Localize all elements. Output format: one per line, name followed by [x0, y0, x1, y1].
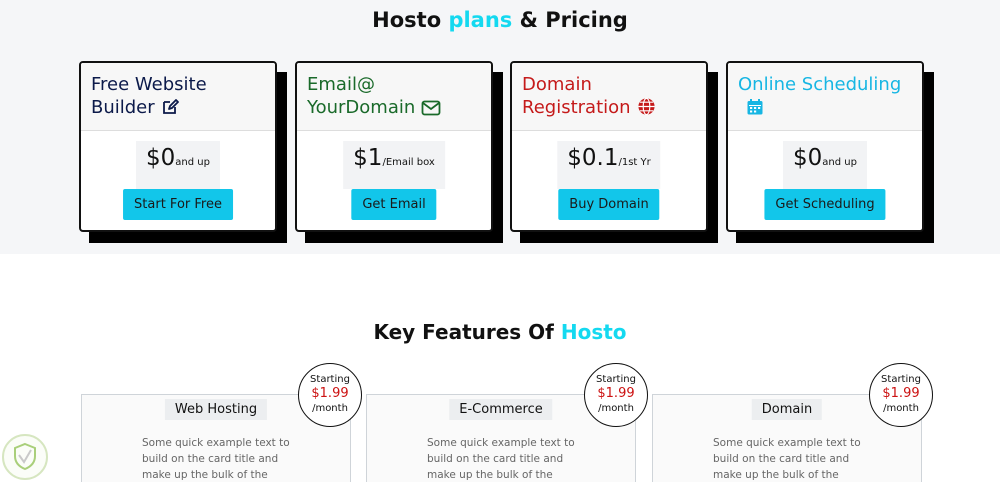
plans-section: Hosto plans & Pricing Free Website Build… [0, 0, 1000, 254]
plan-title-line2: Registration [522, 97, 631, 118]
plan-card-website-builder: Free Website Builder $0and up Start For … [79, 61, 287, 243]
feature-text-line: Some quick example text to [713, 437, 861, 449]
shield-logo-icon [14, 442, 36, 471]
price-unit: and up [175, 157, 210, 168]
plan-title-line1: Domain [522, 74, 592, 95]
plan-price: $0and up [783, 141, 867, 189]
price-value: $0 [793, 145, 823, 171]
starting-label: Starting [596, 374, 636, 385]
globe-icon [637, 97, 655, 116]
price-unit: and up [822, 157, 857, 168]
plans-title-text: Hosto [372, 8, 449, 32]
feature-card-title: Domain [751, 399, 823, 420]
starting-period: /month [883, 403, 919, 414]
feature-text-line: Some quick example text to [142, 437, 290, 449]
plan-card-header: Online Scheduling [728, 63, 922, 131]
plan-price: $1/Email box [343, 141, 445, 189]
price-value: $0 [146, 145, 176, 171]
plan-price: $0.1/1st Yr [557, 141, 661, 189]
plan-card-box: Email@ YourDomain $1/Email box Get Email [295, 61, 493, 232]
features-title: Key Features Of Hosto [0, 320, 1000, 344]
feature-card-title: E-Commerce [449, 399, 553, 420]
plan-card-email: Email@ YourDomain $1/Email box Get Email [295, 61, 503, 243]
calendar-icon [747, 99, 763, 115]
plan-title-line1: Online Scheduling [738, 74, 902, 95]
starting-price-badge: Starting $1.99 /month [298, 363, 362, 427]
features-title-accent: Hosto [560, 320, 627, 344]
starting-price: $1.99 [597, 386, 635, 401]
feature-text-line: make up the bulk of the card's [713, 469, 839, 481]
feature-text-line: build on the card title and [427, 453, 564, 465]
price-unit: /Email box [382, 157, 435, 168]
plan-card-box: Online Scheduling $0and up Get Schedulin… [726, 61, 924, 232]
feature-card-text: Some quick example text to build on the … [427, 435, 587, 482]
starting-price: $1.99 [882, 386, 920, 401]
plan-card-header: Free Website Builder [81, 63, 275, 131]
start-for-free-button[interactable]: Start For Free [123, 189, 233, 220]
feature-card-title: Web Hosting [164, 399, 268, 420]
plan-title-line1: Email@ [307, 74, 375, 95]
plan-card-header: Domain Registration [512, 63, 706, 131]
starting-price: $1.99 [311, 386, 349, 401]
get-scheduling-button[interactable]: Get Scheduling [764, 189, 886, 220]
price-value: $1 [353, 145, 383, 171]
starting-label: Starting [310, 374, 350, 385]
plan-card-header: Email@ YourDomain [297, 63, 491, 131]
plans-title: Hosto plans & Pricing [0, 8, 1000, 32]
feature-card-text: Some quick example text to build on the … [713, 435, 873, 482]
starting-period: /month [312, 403, 348, 414]
plan-card-box: Free Website Builder $0and up Start For … [79, 61, 277, 232]
feature-text-line: Some quick example text to [427, 437, 575, 449]
price-value: $0.1 [567, 145, 619, 171]
plan-price: $0and up [136, 141, 220, 189]
plans-title-accent: plans [448, 8, 513, 32]
plans-title-text-end: & Pricing [512, 8, 628, 32]
features-title-text: Key Features Of [373, 320, 561, 344]
buy-domain-button[interactable]: Buy Domain [558, 189, 660, 220]
get-email-button[interactable]: Get Email [351, 189, 437, 220]
plan-card-domain: Domain Registration $0.1/1st Yr Buy Doma… [510, 61, 718, 243]
edit-icon [162, 99, 179, 114]
feature-card-text: Some quick example text to build on the … [142, 435, 302, 482]
starting-price-badge: Starting $1.99 /month [584, 363, 648, 427]
plan-title-line2: YourDomain [307, 97, 416, 118]
plan-card-scheduling: Online Scheduling $0and up Get Schedulin… [726, 61, 934, 243]
envelope-icon [421, 100, 441, 116]
feature-text-line: build on the card title and [713, 453, 850, 465]
price-unit: /1st Yr [618, 157, 651, 168]
site-logo[interactable] [2, 434, 48, 480]
feature-text-line: build on the card title and [142, 453, 279, 465]
starting-period: /month [598, 403, 634, 414]
plan-title-line2: Builder [91, 97, 155, 118]
plan-card-box: Domain Registration $0.1/1st Yr Buy Doma… [510, 61, 708, 232]
starting-price-badge: Starting $1.99 /month [869, 363, 933, 427]
feature-text-line: make up the bulk of the card's [427, 469, 553, 481]
feature-text-line: make up the bulk of the card's [142, 469, 268, 481]
plan-title-line1: Free Website [91, 74, 207, 95]
starting-label: Starting [881, 374, 921, 385]
